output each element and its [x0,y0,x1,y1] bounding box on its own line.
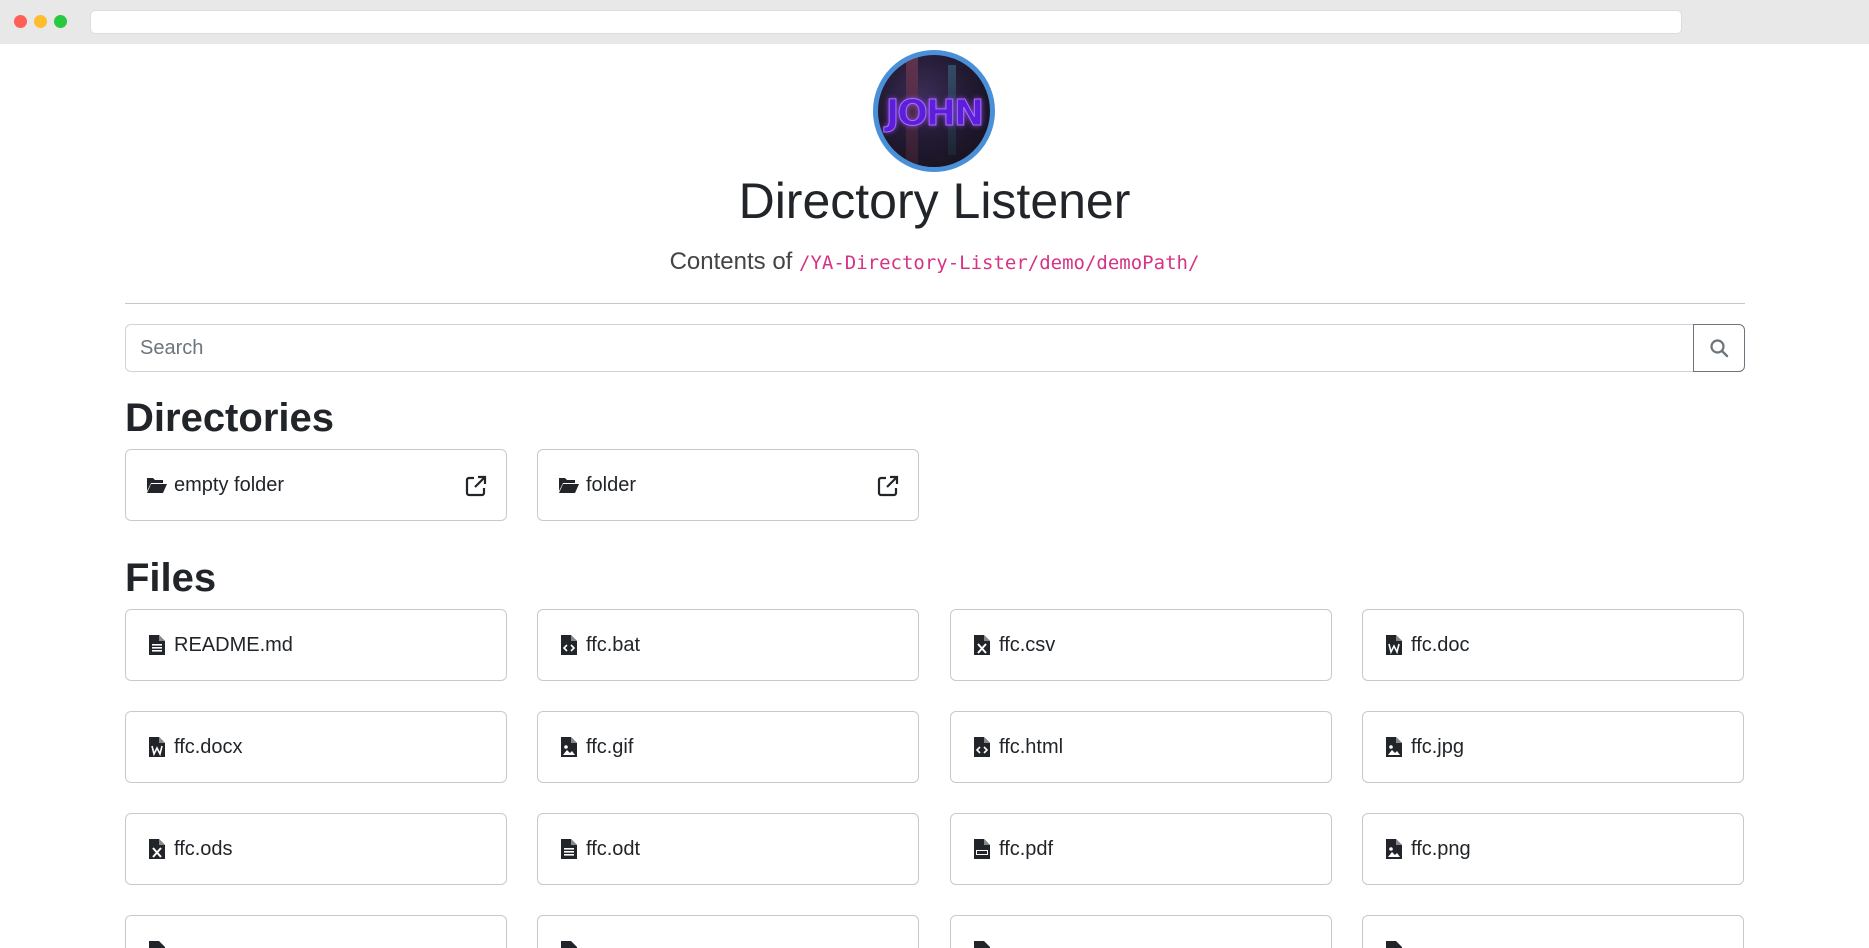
file-pdf-icon [971,838,993,860]
file-text-icon [146,634,168,656]
folder-open-icon [146,474,168,496]
directory-name: empty folder [174,473,285,496]
file-name: README.md [174,633,293,656]
file-name: ffc.jpg [1411,735,1464,758]
address-bar[interactable] [90,10,1682,34]
external-link-icon[interactable] [876,474,900,498]
file-image-icon [1383,838,1405,860]
file-icon [971,940,993,948]
subtitle-prefix: Contents of [669,248,793,275]
file-card[interactable]: ffc.docx [125,711,507,783]
folder-open-icon [558,474,580,496]
avatar: JOHN [873,50,995,172]
file-card[interactable] [537,915,919,948]
file-name: ffc.docx [174,735,243,758]
directory-card[interactable]: empty folder [125,449,507,521]
search-input[interactable] [125,324,1694,372]
file-name: ffc.csv [999,633,1056,656]
page-subtitle: Contents of /YA-Directory-Lister/demo/de… [0,248,1869,276]
header-divider [125,303,1745,304]
file-card[interactable] [950,915,1332,948]
file-card[interactable]: ffc.png [1362,813,1744,885]
file-card[interactable]: ffc.gif [537,711,919,783]
file-code-icon [558,634,580,656]
minimize-window-button[interactable] [34,15,47,28]
files-heading: Files [125,556,217,600]
search-group [125,324,1745,372]
file-excel-icon [146,838,168,860]
file-name: ffc.odt [586,837,641,860]
file-name: ffc.gif [586,735,634,758]
close-window-button[interactable] [14,15,27,28]
file-name: ffc.bat [586,633,641,656]
file-name: ffc.png [1411,837,1471,860]
search-button[interactable] [1693,324,1745,372]
browser-chrome [0,0,1869,44]
file-text-icon [558,838,580,860]
directories-heading: Directories [125,396,334,440]
file-name: ffc.ods [174,837,233,860]
file-card[interactable]: ffc.bat [537,609,919,681]
file-card[interactable]: ffc.odt [537,813,919,885]
file-code-icon [971,736,993,758]
file-card[interactable]: ffc.jpg [1362,711,1744,783]
directory-name: folder [586,473,637,496]
file-word-icon [146,736,168,758]
file-icon [146,940,168,948]
avatar-neon-text: JOHN [885,93,984,135]
file-card[interactable]: README.md [125,609,507,681]
file-icon [558,940,580,948]
current-path: /YA-Directory-Lister/demo/demoPath/ [799,252,1200,274]
file-card[interactable] [1362,915,1744,948]
file-card[interactable]: ffc.csv [950,609,1332,681]
search-icon [1710,339,1729,358]
directory-card[interactable]: folder [537,449,919,521]
file-card[interactable]: ffc.html [950,711,1332,783]
file-card[interactable]: ffc.ods [125,813,507,885]
file-icon [1383,940,1405,948]
file-image-icon [1383,736,1405,758]
page-content: JOHN Directory Listener Contents of /YA-… [0,44,1869,948]
file-image-icon [558,736,580,758]
file-card[interactable]: ffc.doc [1362,609,1744,681]
file-excel-icon [971,634,993,656]
file-card[interactable]: ffc.pdf [950,813,1332,885]
file-card[interactable] [125,915,507,948]
file-name: ffc.pdf [999,837,1054,860]
file-word-icon [1383,634,1405,656]
file-name: ffc.doc [1411,633,1470,656]
maximize-window-button[interactable] [54,15,67,28]
page-title: Directory Listener [738,173,1131,229]
file-name: ffc.html [999,735,1064,758]
external-link-icon[interactable] [464,474,488,498]
